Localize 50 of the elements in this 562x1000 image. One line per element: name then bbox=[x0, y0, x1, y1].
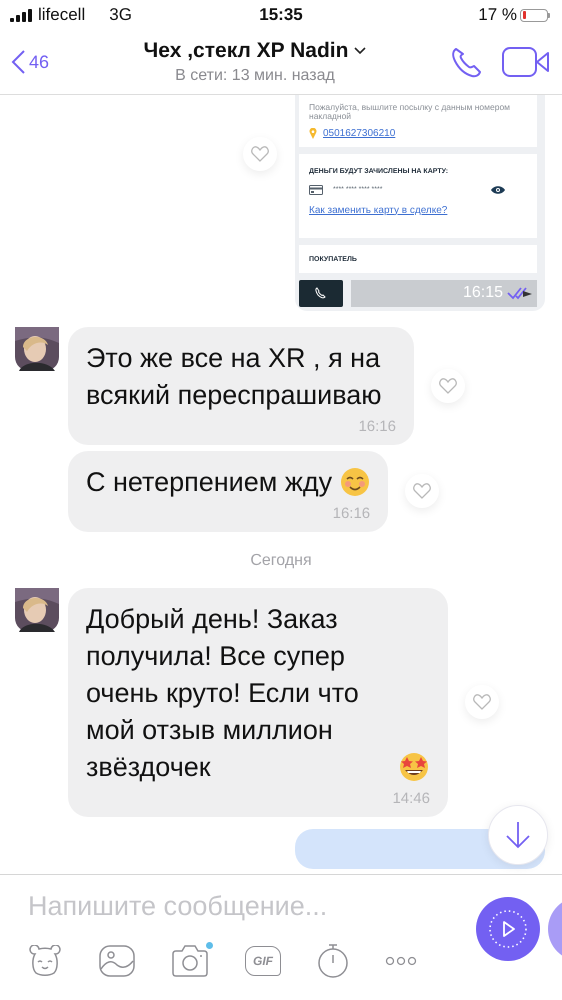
camera-icon[interactable] bbox=[171, 945, 209, 977]
eye-icon[interactable] bbox=[491, 184, 505, 195]
arrow-down-icon bbox=[505, 821, 531, 849]
message-bubble[interactable]: Это же все на XR , я на всякий переспрашиваю 16:16 bbox=[68, 326, 414, 445]
carrier-name: lifecell bbox=[38, 5, 86, 25]
heart-icon bbox=[413, 483, 432, 500]
online-status: В сети: 13 мин. назад bbox=[175, 67, 335, 85]
tracking-number-link[interactable]: 0501627306210 bbox=[323, 128, 396, 139]
read-ticks-icon bbox=[507, 286, 533, 300]
like-button[interactable] bbox=[243, 137, 277, 171]
message-time: 14:46 bbox=[392, 790, 430, 807]
message-text: С нетерпением жду bbox=[86, 466, 332, 499]
sticker-icon[interactable] bbox=[27, 945, 63, 977]
smiling-emoji-icon bbox=[340, 466, 370, 497]
change-card-link[interactable]: Как заменить карту в сделке? bbox=[309, 204, 527, 216]
credit-card-icon bbox=[309, 184, 323, 195]
timer-icon[interactable] bbox=[317, 944, 349, 978]
clock: 15:35 bbox=[259, 5, 303, 25]
phone-icon[interactable] bbox=[450, 45, 484, 79]
caret-icon[interactable] bbox=[354, 47, 366, 55]
video-call-icon[interactable] bbox=[502, 46, 550, 78]
more-icon[interactable] bbox=[385, 956, 417, 966]
message-text: Добрый день! Заказ получила! Все супер очень круто! Если что мой отзыв миллион звёздочек bbox=[86, 602, 360, 784]
signal-icon bbox=[10, 8, 32, 22]
message-time: 16:16 bbox=[332, 504, 370, 522]
chevron-left-icon bbox=[10, 49, 26, 75]
instruction-text: Пожалуйста, вышлите посылку с данным номером накладной bbox=[309, 103, 512, 122]
heart-icon bbox=[473, 694, 491, 710]
gallery-icon[interactable] bbox=[99, 945, 135, 977]
network-type: 3G bbox=[109, 5, 132, 25]
phone-icon bbox=[315, 287, 327, 300]
heart-icon bbox=[439, 378, 457, 394]
call-button[interactable] bbox=[299, 280, 343, 307]
message-bubble[interactable]: Добрый день! Заказ получила! Все супер очень круто! Если что мой отзыв миллион звёздочек 14:46 bbox=[68, 588, 448, 817]
play-icon bbox=[488, 909, 528, 949]
star-eyes-emoji-icon bbox=[398, 752, 430, 782]
back-button[interactable]: 46 bbox=[10, 49, 70, 75]
chat-title[interactable]: Чех ,стекл XP Nadin bbox=[144, 39, 348, 63]
location-pin-icon bbox=[309, 128, 317, 139]
message-time: 16:16 bbox=[358, 418, 396, 435]
date-divider: Сегодня bbox=[250, 552, 312, 570]
heart-icon bbox=[251, 146, 269, 162]
like-button[interactable] bbox=[465, 685, 499, 720]
battery-percent: 17 % bbox=[478, 5, 517, 25]
message-text: Это же все на XR , я на всякий переспрашиваю bbox=[86, 342, 383, 412]
like-button[interactable] bbox=[405, 474, 440, 508]
battery-icon bbox=[520, 8, 550, 22]
message-bubble[interactable]: С нетерпением жду 16:16 bbox=[68, 450, 388, 532]
like-button[interactable] bbox=[431, 368, 465, 403]
message-input[interactable]: Напишите сообщение... bbox=[28, 891, 428, 922]
